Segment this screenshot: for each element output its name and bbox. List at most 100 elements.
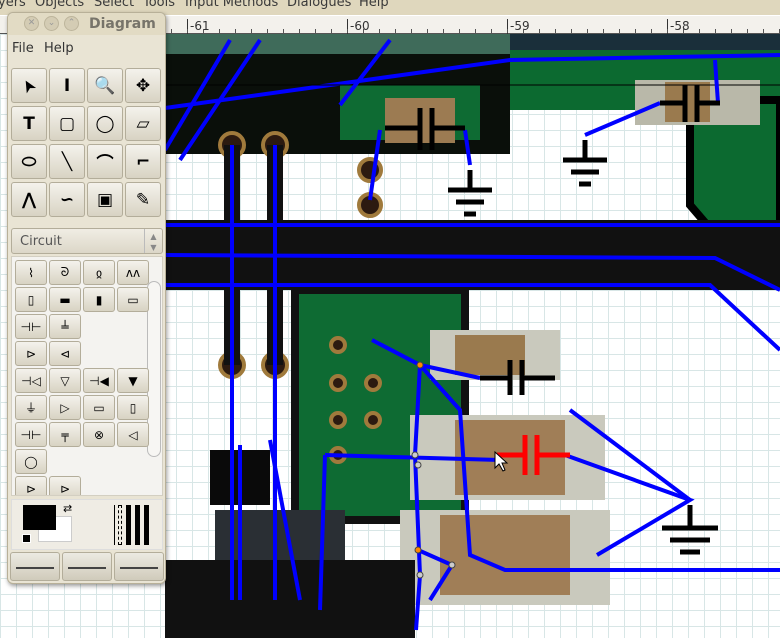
vertical-zener-shape-button[interactable]: ▼ bbox=[117, 368, 149, 393]
text-edit-tool-icon: I bbox=[63, 75, 71, 96]
foreground-color-swatch[interactable] bbox=[23, 505, 56, 530]
vertical-inductor-shape-button[interactable]: ⌇ bbox=[15, 260, 47, 285]
beziergon-tool-button[interactable]: ⬭ bbox=[11, 144, 47, 179]
npn-transistor-shape-button[interactable]: ⊳ bbox=[15, 341, 47, 366]
reset-colors-icon[interactable] bbox=[22, 534, 31, 543]
close-icon[interactable]: ✕ bbox=[24, 16, 39, 31]
photodiode-shape-button[interactable]: ⊳ bbox=[49, 476, 81, 496]
led-icon: ⊳ bbox=[25, 481, 37, 496]
line-style-buttons bbox=[8, 550, 167, 584]
vertical-polarized-capacitor-shape-button[interactable]: ╤ bbox=[49, 422, 81, 447]
vertical-resistor-filled-icon: ▮ bbox=[95, 292, 103, 307]
horizontal-polarized-capacitor-shape-button[interactable]: ⊣⊢ bbox=[15, 422, 47, 447]
line-style-button[interactable] bbox=[62, 552, 112, 581]
ruler-tick bbox=[219, 29, 220, 33]
opamp-shape-button[interactable]: ▷ bbox=[49, 395, 81, 420]
ruler-tick bbox=[379, 29, 380, 33]
horizontal-resistor-filled-shape-button[interactable]: ▬ bbox=[49, 287, 81, 312]
vertical-resistor-shape-button[interactable]: ▯ bbox=[15, 287, 47, 312]
horizontal-capacitor-shape-button[interactable]: ⊣⊢ bbox=[15, 314, 47, 339]
ruler-tick bbox=[395, 29, 396, 33]
bezierline-tool-button[interactable]: ∽ bbox=[49, 182, 85, 217]
pointer-tool-icon: ➤ bbox=[16, 74, 42, 97]
menu-file[interactable]: File bbox=[12, 41, 34, 56]
ground-shape-button[interactable]: ⏚ bbox=[15, 395, 47, 420]
horizontal-polarized-capacitor-icon: ⊣⊢ bbox=[20, 427, 42, 442]
horizontal-inductor-shape-button[interactable]: ᘐ bbox=[49, 260, 81, 285]
scroll-tool-button[interactable]: ✥ bbox=[125, 68, 161, 103]
led-shape-button[interactable]: ⊳ bbox=[15, 476, 47, 496]
line-width-selector[interactable] bbox=[108, 505, 156, 545]
opamp-icon: ▷ bbox=[60, 400, 70, 415]
box-tool-button[interactable]: ▢ bbox=[49, 106, 85, 141]
ruler-tick bbox=[363, 29, 364, 33]
zigzagline-tool-button[interactable]: ⌐ bbox=[125, 144, 161, 179]
horizontal-resistor-shape-button[interactable]: ▭ bbox=[117, 287, 149, 312]
menu-input-methods[interactable]: Input Methods bbox=[185, 0, 278, 10]
ruler-tick bbox=[603, 29, 604, 33]
ruler-tick bbox=[635, 29, 636, 33]
horizontal-capacitor-icon: ⊣⊢ bbox=[20, 319, 42, 334]
zigzagline-tool-icon: ⌐ bbox=[135, 151, 151, 172]
text-edit-tool-button[interactable]: I bbox=[49, 68, 85, 103]
magnify-tool-icon: 🔍 bbox=[94, 75, 116, 96]
menu-help[interactable]: Help bbox=[44, 41, 74, 56]
ruler-label: -61 bbox=[190, 19, 210, 33]
end-arrow-button[interactable] bbox=[114, 552, 164, 581]
menu-objects[interactable]: Objects bbox=[35, 0, 84, 10]
maximize-icon[interactable]: ⌃ bbox=[64, 16, 79, 31]
vertical-resistor-filled-shape-button[interactable]: ▮ bbox=[83, 287, 115, 312]
horizontal-fuse-shape-button[interactable]: ▭ bbox=[83, 395, 115, 420]
line-tool-button[interactable]: ╲ bbox=[49, 144, 85, 179]
polygon-tool-button[interactable]: ▱ bbox=[125, 106, 161, 141]
horizontal-zener-shape-button[interactable]: ⊣◀ bbox=[83, 368, 115, 393]
pnp-transistor-shape-button[interactable]: ⊲ bbox=[49, 341, 81, 366]
menu-dialogues[interactable]: Dialogues bbox=[287, 0, 351, 10]
horizontal-diode-shape-button[interactable]: ⊣◁ bbox=[15, 368, 47, 393]
menu-layers[interactable]: yers bbox=[0, 0, 26, 10]
vertical-coil-shape-button[interactable]: ჲ bbox=[83, 260, 115, 285]
sheet-select-value: Circuit bbox=[20, 234, 62, 249]
swap-colors-icon[interactable]: ⇄ bbox=[63, 502, 72, 515]
vertical-inductor-icon: ⌇ bbox=[28, 265, 34, 280]
ellipse-tool-button[interactable]: ◯ bbox=[87, 106, 123, 141]
text-tool-button[interactable]: T bbox=[11, 106, 47, 141]
vertical-capacitor-icon: ╧ bbox=[61, 319, 69, 334]
vertical-coil-icon: ჲ bbox=[95, 265, 103, 280]
npn-transistor-icon: ⊳ bbox=[25, 346, 37, 361]
polyline-tool-button[interactable]: ⋀ bbox=[11, 182, 47, 217]
color-area: ⇄ bbox=[11, 499, 163, 550]
vertical-fuse-shape-button[interactable]: ▯ bbox=[117, 395, 149, 420]
magnify-tool-button[interactable]: 🔍 bbox=[87, 68, 123, 103]
start-arrow-button[interactable] bbox=[10, 552, 60, 581]
ruler-tick bbox=[491, 29, 492, 33]
horizontal-resistor-zigzag-shape-button[interactable]: ʌʌ bbox=[117, 260, 149, 285]
photodiode-icon: ⊳ bbox=[59, 481, 71, 496]
speaker-shape-button[interactable]: ◁ bbox=[117, 422, 149, 447]
ruler-tick bbox=[187, 29, 188, 33]
minimize-icon[interactable]: ⌄ bbox=[44, 16, 59, 31]
ruler-tick bbox=[555, 29, 556, 33]
microphone-shape-button[interactable]: ◯ bbox=[15, 449, 47, 474]
sheet-select[interactable]: Circuit ▲ ▼ bbox=[11, 228, 163, 254]
horizontal-resistor-zigzag-icon: ʌʌ bbox=[125, 265, 141, 280]
chevron-up-down-icon: ▲ ▼ bbox=[144, 229, 162, 253]
ruler-tick bbox=[331, 29, 332, 33]
speaker-icon: ◁ bbox=[128, 427, 138, 442]
toolbox-titlebar[interactable]: ✕ ⌄ ⌃ Diagram bbox=[8, 13, 165, 35]
menu-select[interactable]: Select bbox=[94, 0, 134, 10]
horizontal-zener-icon: ⊣◀ bbox=[89, 373, 109, 388]
arc-tool-button[interactable]: ⌒ bbox=[87, 144, 123, 179]
outline-tool-button[interactable]: ✎ bbox=[125, 182, 161, 217]
vertical-capacitor-shape-button[interactable]: ╧ bbox=[49, 314, 81, 339]
image-tool-button[interactable]: ▣ bbox=[87, 182, 123, 217]
menu-help[interactable]: Help bbox=[359, 0, 389, 10]
ruler-tick bbox=[651, 29, 652, 33]
lamp-shape-button[interactable]: ⊗ bbox=[83, 422, 115, 447]
vertical-diode-shape-button[interactable]: ▽ bbox=[49, 368, 81, 393]
pointer-tool-button[interactable]: ➤ bbox=[11, 68, 47, 103]
toolbox-window: ✕ ⌄ ⌃ Diagram File Help ➤ I 🔍 ✥ T ▢ ◯ ▱ ⬭ ╲ ⌒ ⌐ ⋀ ∽ ▣ ✎… bbox=[7, 12, 166, 584]
ruler-tick bbox=[507, 29, 508, 33]
ground-icon: ⏚ bbox=[24, 401, 37, 415]
menu-tools[interactable]: Tools bbox=[143, 0, 175, 10]
